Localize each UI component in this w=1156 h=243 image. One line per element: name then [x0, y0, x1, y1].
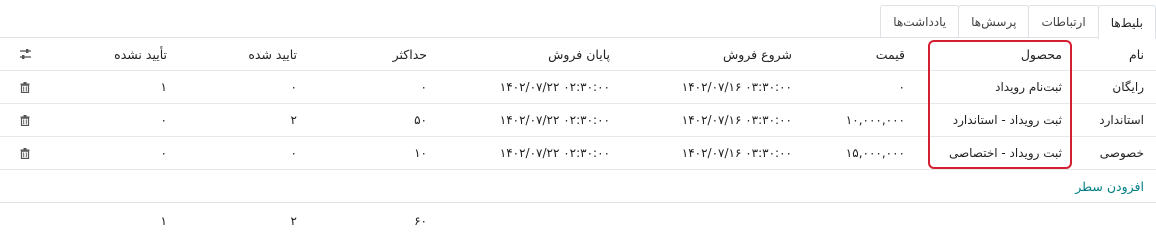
table-row[interactable]: رایگان ثبت‌نام رویداد ۰ ۱۴۰۲/۰۷/۱۶ ۰۳:۳۰…	[0, 71, 1156, 104]
ticket-max[interactable]: ۵۰	[330, 104, 427, 136]
tab-communications[interactable]: ارتباطات	[1028, 5, 1099, 38]
table-header-row: نام محصول قیمت شروع فروش پایان فروش حداک…	[0, 38, 1156, 71]
column-header-sale-start[interactable]: شروع فروش	[640, 38, 792, 70]
column-header-unconfirmed[interactable]: تأیید نشده	[60, 38, 167, 70]
ticket-max[interactable]: ۱۰	[330, 137, 427, 169]
ticket-price[interactable]: ۰	[810, 71, 905, 103]
ticket-sale-start[interactable]: ۱۴۰۲/۰۷/۱۶ ۰۳:۳۰:۰۰	[640, 71, 792, 103]
ticket-sale-end[interactable]: ۱۴۰۲/۰۷/۲۲ ۰۲:۳۰:۰۰	[460, 137, 610, 169]
ticket-unconfirmed: ۰	[160, 113, 167, 127]
table-row[interactable]: خصوصی ثبت رویداد - اختصاصی ۱۵,۰۰۰,۰۰۰ ۱۴…	[0, 137, 1156, 170]
trash-icon[interactable]	[12, 137, 38, 169]
trash-icon[interactable]	[12, 104, 38, 136]
column-header-name[interactable]: نام	[1074, 38, 1144, 70]
ticket-max[interactable]: ۰	[330, 71, 427, 103]
ticket-price[interactable]: ۱۵,۰۰۰,۰۰۰	[810, 137, 905, 169]
ticket-unconfirmed: ۱	[160, 80, 167, 94]
ticket-product[interactable]: ثبت رویداد - اختصاصی	[892, 137, 1062, 169]
ticket-confirmed: ۰	[290, 146, 297, 160]
ticket-sale-start[interactable]: ۱۴۰۲/۰۷/۱۶ ۰۳:۳۰:۰۰	[640, 104, 792, 136]
total-unconfirmed: ۱	[160, 214, 167, 228]
column-header-price[interactable]: قیمت	[810, 38, 905, 70]
ticket-sale-end[interactable]: ۱۴۰۲/۰۷/۲۲ ۰۲:۳۰:۰۰	[460, 104, 610, 136]
ticket-confirmed: ۰	[290, 80, 297, 94]
ticket-sale-start[interactable]: ۱۴۰۲/۰۷/۱۶ ۰۳:۳۰:۰۰	[640, 137, 792, 169]
tab-notes[interactable]: یادداشت‌ها	[880, 5, 960, 38]
ticket-unconfirmed: ۰	[160, 146, 167, 160]
trash-icon[interactable]	[12, 71, 38, 103]
ticket-name[interactable]: خصوصی	[1074, 137, 1144, 169]
ticket-product[interactable]: ثبت رویداد - استاندارد	[892, 104, 1062, 136]
column-header-sale-end[interactable]: پایان فروش	[460, 38, 610, 70]
ticket-product[interactable]: ثبت‌نام رویداد	[892, 71, 1062, 103]
table-row[interactable]: استاندارد ثبت رویداد - استاندارد ۱۰,۰۰۰,…	[0, 104, 1156, 137]
total-confirmed: ۲	[290, 214, 297, 228]
column-header-confirmed[interactable]: تایید شده	[200, 38, 297, 70]
tickets-table: نام محصول قیمت شروع فروش پایان فروش حداک…	[0, 38, 1156, 170]
column-header-product[interactable]: محصول	[892, 38, 1062, 70]
column-header-max[interactable]: حداکثر	[330, 38, 427, 70]
ticket-name[interactable]: استاندارد	[1074, 104, 1144, 136]
ticket-confirmed: ۲	[290, 113, 297, 127]
tab-bar: بلیط‌ها ارتباطات پرسش‌ها یادداشت‌ها	[880, 5, 1156, 39]
tab-tickets[interactable]: بلیط‌ها	[1097, 5, 1156, 39]
add-line-link[interactable]: افزودن سطر	[1075, 170, 1144, 202]
tab-questions[interactable]: پرسش‌ها	[958, 5, 1030, 38]
ticket-name[interactable]: رایگان	[1074, 71, 1144, 103]
ticket-sale-end[interactable]: ۱۴۰۲/۰۷/۲۲ ۰۲:۳۰:۰۰	[460, 71, 610, 103]
totals-row: ۶۰ ۲ ۱	[0, 203, 1156, 239]
total-max: ۶۰	[414, 214, 427, 228]
ticket-price[interactable]: ۱۰,۰۰۰,۰۰۰	[810, 104, 905, 136]
sliders-icon[interactable]	[12, 38, 38, 70]
